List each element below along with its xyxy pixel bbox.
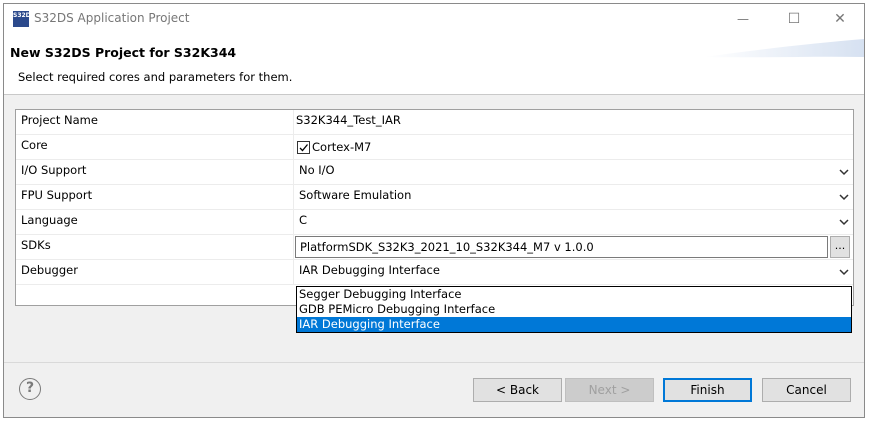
row-sdks: SDKs PlatformSDK_S32K3_2021_10_S32K344_M… [16,235,853,260]
language-label: Language [21,213,78,227]
sdks-value: PlatformSDK_S32K3_2021_10_S32K344_M7 v 1… [300,240,594,254]
dropdown-option-segger[interactable]: Segger Debugging Interface [297,287,851,302]
close-button[interactable]: ✕ [817,4,863,34]
debugger-label: Debugger [21,263,78,277]
column-divider [293,260,294,284]
window-title: S32DS Application Project [34,11,190,25]
minimize-icon: — [737,12,749,26]
page-description: Select required cores and parameters for… [18,70,293,84]
chevron-down-icon[interactable] [838,191,850,203]
header-decoration [704,39,864,58]
close-icon: ✕ [834,11,846,27]
minimize-button[interactable]: — [720,4,766,34]
row-io-support: I/O Support No I/O [16,160,853,185]
column-divider [293,210,294,234]
properties-table: Project Name S32K344_Test_IAR Core Corte… [15,109,854,306]
dropdown-option-pemicro[interactable]: GDB PEMicro Debugging Interface [297,302,851,317]
row-debugger: Debugger IAR Debugging Interface [16,260,853,285]
maximize-icon: ☐ [787,11,801,27]
footer-separator [4,362,864,363]
next-button[interactable]: Next > [565,378,654,402]
core-checkbox[interactable] [297,141,310,154]
row-project-name: Project Name S32K344_Test_IAR [16,110,853,135]
core-label: Core [21,138,48,152]
column-divider [293,110,294,134]
wizard-header: New S32DS Project for S32K344 Select req… [4,35,864,95]
column-divider [293,235,294,259]
help-icon[interactable]: ? [19,378,41,400]
row-fpu-support: FPU Support Software Emulation [16,185,853,210]
row-core: Core Cortex-M7 [16,135,853,160]
project-name-field[interactable]: S32K344_Test_IAR [296,113,401,127]
app-icon: S32DS [13,11,35,27]
finish-button[interactable]: Finish [663,378,752,402]
language-select[interactable]: C [299,213,307,227]
column-divider [293,160,294,184]
sdks-label: SDKs [21,238,51,252]
fpu-support-select[interactable]: Software Emulation [299,188,411,202]
project-name-label: Project Name [21,113,98,127]
checkmark-icon [299,144,308,152]
dropdown-option-iar[interactable]: IAR Debugging Interface [297,317,851,332]
chevron-down-icon[interactable] [838,266,850,278]
cancel-button[interactable]: Cancel [762,378,851,402]
sdks-browse-button[interactable]: ... [830,236,850,258]
chevron-down-icon[interactable] [838,166,850,178]
column-divider [293,185,294,209]
chevron-down-icon[interactable] [838,216,850,228]
page-title: New S32DS Project for S32K344 [10,45,237,60]
core-value: Cortex-M7 [312,140,372,154]
title-bar: S32DS S32DS Application Project — ☐ ✕ [4,4,864,35]
debugger-select[interactable]: IAR Debugging Interface [299,263,440,277]
fpu-support-label: FPU Support [21,188,93,202]
back-button[interactable]: < Back [473,378,562,402]
io-support-select[interactable]: No I/O [299,163,335,177]
column-divider [293,135,294,159]
debugger-dropdown-list: Segger Debugging Interface GDB PEMicro D… [296,286,852,333]
io-support-label: I/O Support [21,163,87,177]
maximize-button[interactable]: ☐ [771,4,817,34]
sdks-field[interactable]: PlatformSDK_S32K3_2021_10_S32K344_M7 v 1… [295,236,828,258]
row-language: Language C [16,210,853,235]
dialog-window: S32DS S32DS Application Project — ☐ ✕ Ne… [3,3,865,418]
